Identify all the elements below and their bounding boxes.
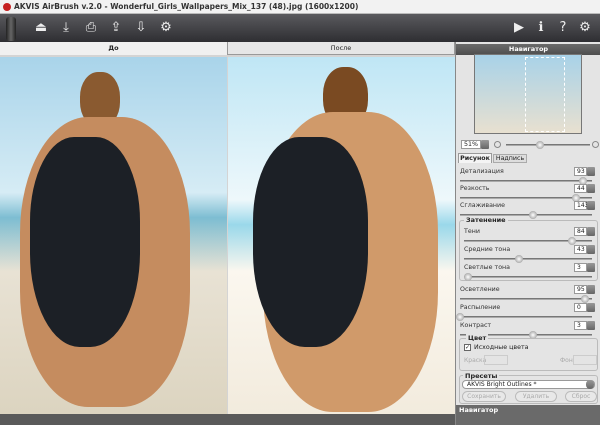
- presets-title: Пресеты: [463, 372, 500, 380]
- param-label: Осветление: [460, 286, 500, 293]
- delete-preset-button[interactable]: Удалить: [515, 391, 557, 402]
- slider-knob[interactable]: [581, 295, 590, 303]
- run-icon[interactable]: ▶: [511, 20, 527, 36]
- paint-color-swatch[interactable]: [484, 355, 508, 365]
- param-value-field[interactable]: 3: [574, 321, 587, 330]
- save-preset-button[interactable]: Сохранить: [462, 391, 506, 402]
- param-label: Резкость: [460, 185, 490, 192]
- original-colors-checkbox[interactable]: ✓: [464, 344, 471, 351]
- bottom-navigator-header: Навигатор: [456, 405, 600, 425]
- background-color-swatch[interactable]: [573, 355, 597, 365]
- zoom-in-icon[interactable]: [592, 141, 599, 148]
- after-image[interactable]: [228, 57, 455, 414]
- param-spinner[interactable]: [587, 167, 595, 176]
- import-preset-icon[interactable]: ⇪: [108, 20, 124, 36]
- param-label: Средние тона: [464, 246, 511, 253]
- param-value-field[interactable]: 43: [574, 245, 587, 254]
- slider-knob[interactable]: [528, 211, 537, 219]
- shading-title: Затенение: [464, 216, 508, 224]
- param-slider[interactable]: [460, 295, 592, 303]
- param-value-field[interactable]: 0: [574, 303, 587, 312]
- param-value-field[interactable]: 3: [574, 263, 587, 272]
- slider-knob[interactable]: [515, 255, 524, 263]
- param-value-field[interactable]: 95: [574, 285, 587, 294]
- view-tabs: До После: [0, 42, 455, 55]
- settings-gears-icon[interactable]: ⚙: [158, 20, 174, 36]
- zoom-out-icon[interactable]: [494, 141, 501, 148]
- param-value-field[interactable]: 44: [574, 184, 587, 193]
- slider-knob[interactable]: [567, 237, 576, 245]
- color-title: Цвет: [466, 334, 489, 342]
- param-spinner[interactable]: [587, 184, 595, 193]
- param-slider[interactable]: [460, 194, 592, 202]
- zoom-field[interactable]: 51%: [461, 140, 481, 149]
- param-spinner[interactable]: [587, 201, 595, 210]
- settings-panel: Навигатор 51% Рисунок Надпись Детализаци…: [455, 42, 600, 425]
- param-label: Сглаживание: [460, 202, 506, 209]
- param-slider[interactable]: [464, 255, 592, 263]
- window-title: AKVIS AirBrush v.2.0 - Wonderful_Girls_W…: [14, 2, 359, 11]
- app-logo-icon: [3, 3, 11, 11]
- param-label: Детализация: [460, 168, 504, 175]
- param-spinner[interactable]: [587, 321, 595, 330]
- original-colors-label: Исходные цвета: [474, 344, 529, 351]
- save-icon[interactable]: ⤓: [58, 20, 74, 36]
- param-slider[interactable]: [463, 273, 592, 281]
- print-icon[interactable]: ⎙: [83, 20, 99, 36]
- param-label: Контраст: [460, 322, 492, 329]
- param-slider[interactable]: [456, 313, 592, 321]
- param-spinner[interactable]: [587, 263, 595, 272]
- slider-knob[interactable]: [456, 313, 464, 321]
- tab-caption[interactable]: Надпись: [493, 154, 527, 163]
- tab-after[interactable]: После: [228, 42, 455, 55]
- param-value-field[interactable]: 143: [574, 201, 588, 210]
- navigator-preview[interactable]: [474, 54, 582, 134]
- param-label: Распыление: [460, 304, 501, 311]
- info-icon[interactable]: ℹ: [533, 20, 549, 36]
- param-spinner[interactable]: [587, 303, 595, 312]
- preset-dropdown[interactable]: AKVIS Bright Outlines *: [462, 380, 595, 389]
- tab-before[interactable]: До: [0, 42, 228, 55]
- param-slider[interactable]: [464, 237, 592, 245]
- preset-selected: AKVIS Bright Outlines *: [467, 381, 537, 388]
- param-slider[interactable]: [460, 177, 592, 185]
- export-preset-icon[interactable]: ⇩: [133, 20, 149, 36]
- tab-drawing[interactable]: Рисунок: [458, 153, 492, 163]
- slider-knob[interactable]: [463, 273, 472, 281]
- title-bar: AKVIS AirBrush v.2.0 - Wonderful_Girls_W…: [0, 0, 600, 14]
- chevron-down-icon: [586, 380, 594, 389]
- preferences-icon[interactable]: ⚙: [577, 20, 593, 36]
- param-spinner[interactable]: [587, 285, 595, 294]
- zoom-dropdown[interactable]: [481, 140, 489, 149]
- param-value-field[interactable]: 93: [574, 167, 587, 176]
- airbrush-icon[interactable]: [6, 17, 16, 41]
- navigator-viewport-frame[interactable]: [525, 57, 565, 132]
- zoom-slider[interactable]: [506, 141, 590, 149]
- param-spinner[interactable]: [587, 245, 595, 254]
- color-group: Цвет ✓ Исходные цвета Краска Фон: [459, 334, 598, 371]
- param-label: Светлые тона: [464, 264, 511, 271]
- presets-group: Пресеты AKVIS Bright Outlines * Сохранит…: [459, 372, 598, 404]
- help-icon[interactable]: ?: [555, 20, 571, 36]
- paint-label: Краска: [464, 357, 487, 364]
- param-value-field[interactable]: 84: [574, 227, 587, 236]
- before-image[interactable]: [0, 57, 227, 414]
- background-label: Фон: [560, 357, 573, 364]
- param-label: Тени: [464, 228, 480, 235]
- status-strip: [0, 414, 455, 425]
- open-icon[interactable]: ⏏: [33, 20, 49, 36]
- toolbar: ⏏ ⤓ ⎙ ⇪ ⇩ ⚙ ▶ ℹ ? ⚙: [0, 14, 600, 42]
- reset-preset-button[interactable]: Сброс: [565, 391, 597, 402]
- param-spinner[interactable]: [587, 227, 595, 236]
